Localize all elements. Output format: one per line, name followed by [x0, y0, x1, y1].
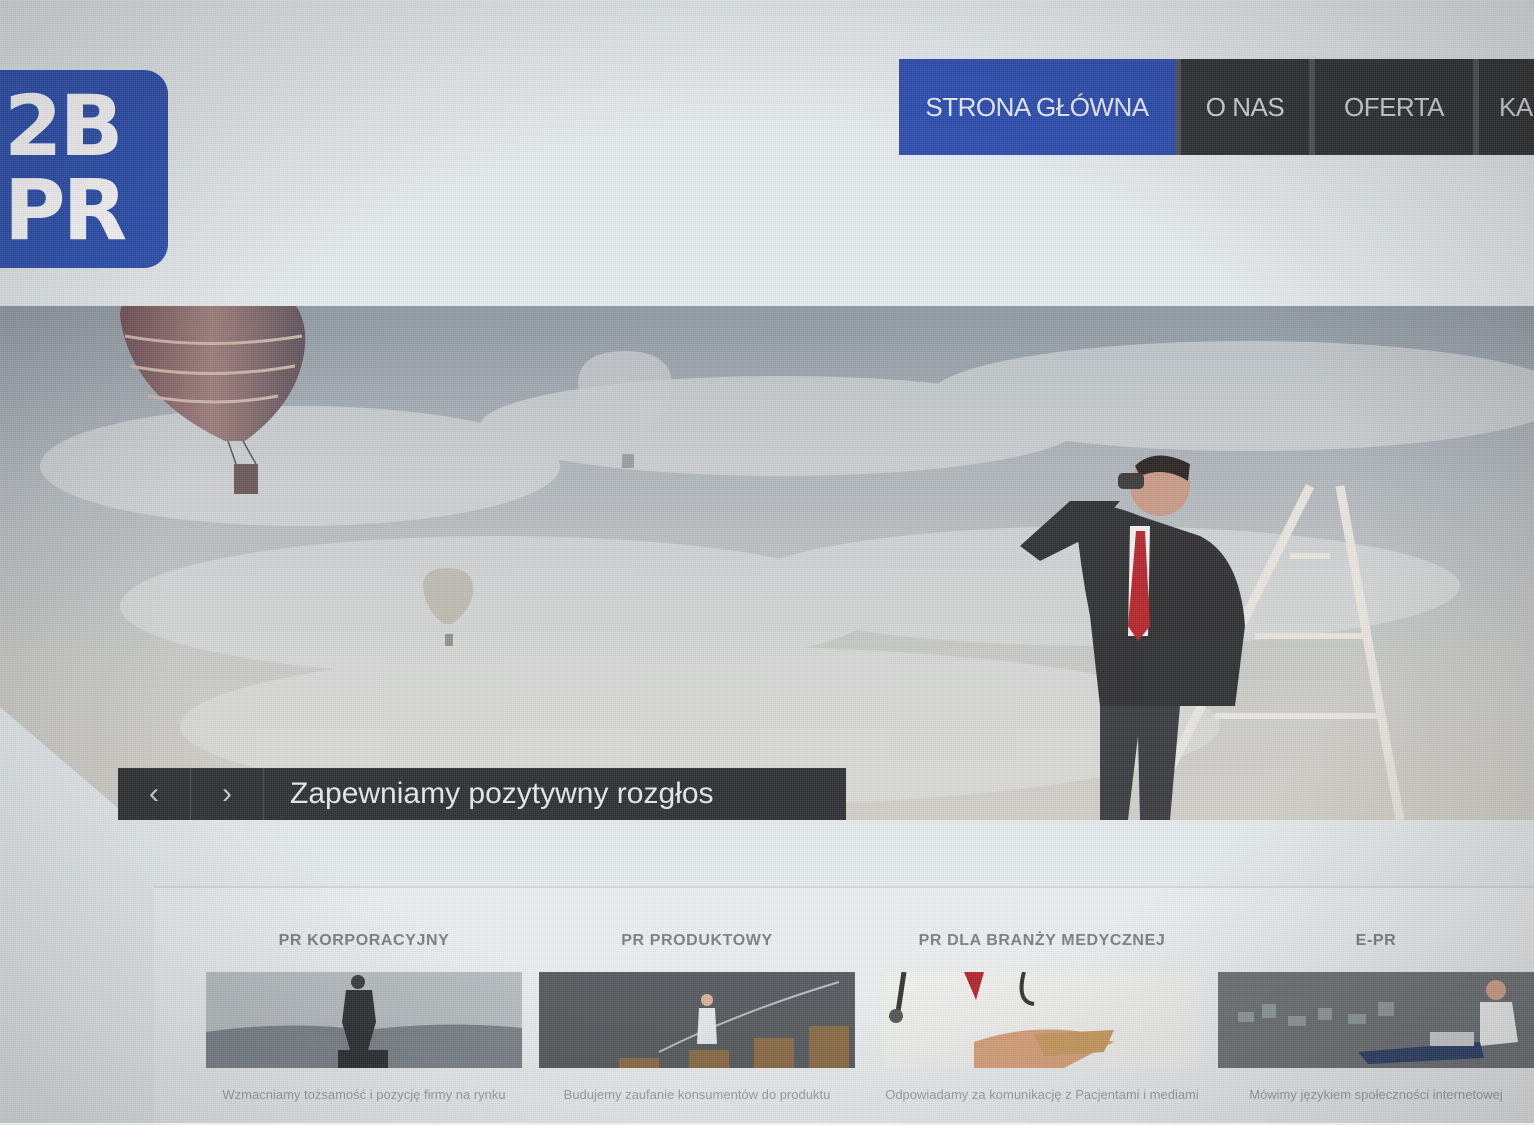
- nav-item-about[interactable]: O NAS: [1181, 59, 1315, 155]
- service-title: PR KORPORACYJNY: [278, 932, 450, 949]
- chevron-right-icon: ›: [222, 777, 232, 810]
- logo-line-1: 2B: [4, 77, 123, 175]
- nav-item-home[interactable]: STRONA GŁÓWNA: [899, 59, 1181, 155]
- service-image[interactable]: [884, 972, 1200, 1068]
- slider-caption-bar: ‹ › Zapewniamy pozytywny rozgłos: [118, 768, 846, 820]
- service-description: Budujemy zaufanie konsumentów do produkt…: [563, 1087, 831, 1102]
- service-description: Odpowiadamy za komunikację z Pacjentami …: [885, 1087, 1199, 1102]
- hero-slider: [0, 306, 1534, 820]
- services-section: PR KORPORACYJNY Wzmacniamy tożsamość i p…: [154, 886, 1534, 1125]
- nav-item-contact[interactable]: KA: [1479, 59, 1534, 155]
- hero-image: [0, 306, 1534, 820]
- service-description: Wzmacniamy tożsamość i pozycję firmy na …: [222, 1087, 506, 1102]
- site-header: 2B PR STRONA GŁÓWNA O NAS OFERTA KA: [0, 0, 1534, 300]
- service-title: PR PRODUKTOWY: [621, 932, 773, 949]
- slider-next-button[interactable]: ›: [191, 768, 264, 820]
- nav-item-offer[interactable]: OFERTA: [1315, 59, 1479, 155]
- slider-prev-button[interactable]: ‹: [118, 768, 191, 820]
- service-image[interactable]: [539, 972, 855, 1068]
- service-description: Mówimy językiem społeczności internetowe…: [1249, 1087, 1503, 1102]
- chevron-left-icon: ‹: [149, 777, 159, 810]
- service-title: E-PR: [1355, 932, 1397, 949]
- service-image[interactable]: [1218, 972, 1534, 1068]
- slider-caption: Zapewniamy pozytywny rozgłos: [264, 768, 846, 820]
- service-image[interactable]: [206, 972, 522, 1068]
- logo[interactable]: 2B PR: [0, 70, 168, 268]
- service-title: PR DLA BRANŻY MEDYCZNEJ: [918, 932, 1166, 949]
- main-nav: STRONA GŁÓWNA O NAS OFERTA KA: [899, 59, 1534, 155]
- logo-line-2: PR: [4, 161, 127, 259]
